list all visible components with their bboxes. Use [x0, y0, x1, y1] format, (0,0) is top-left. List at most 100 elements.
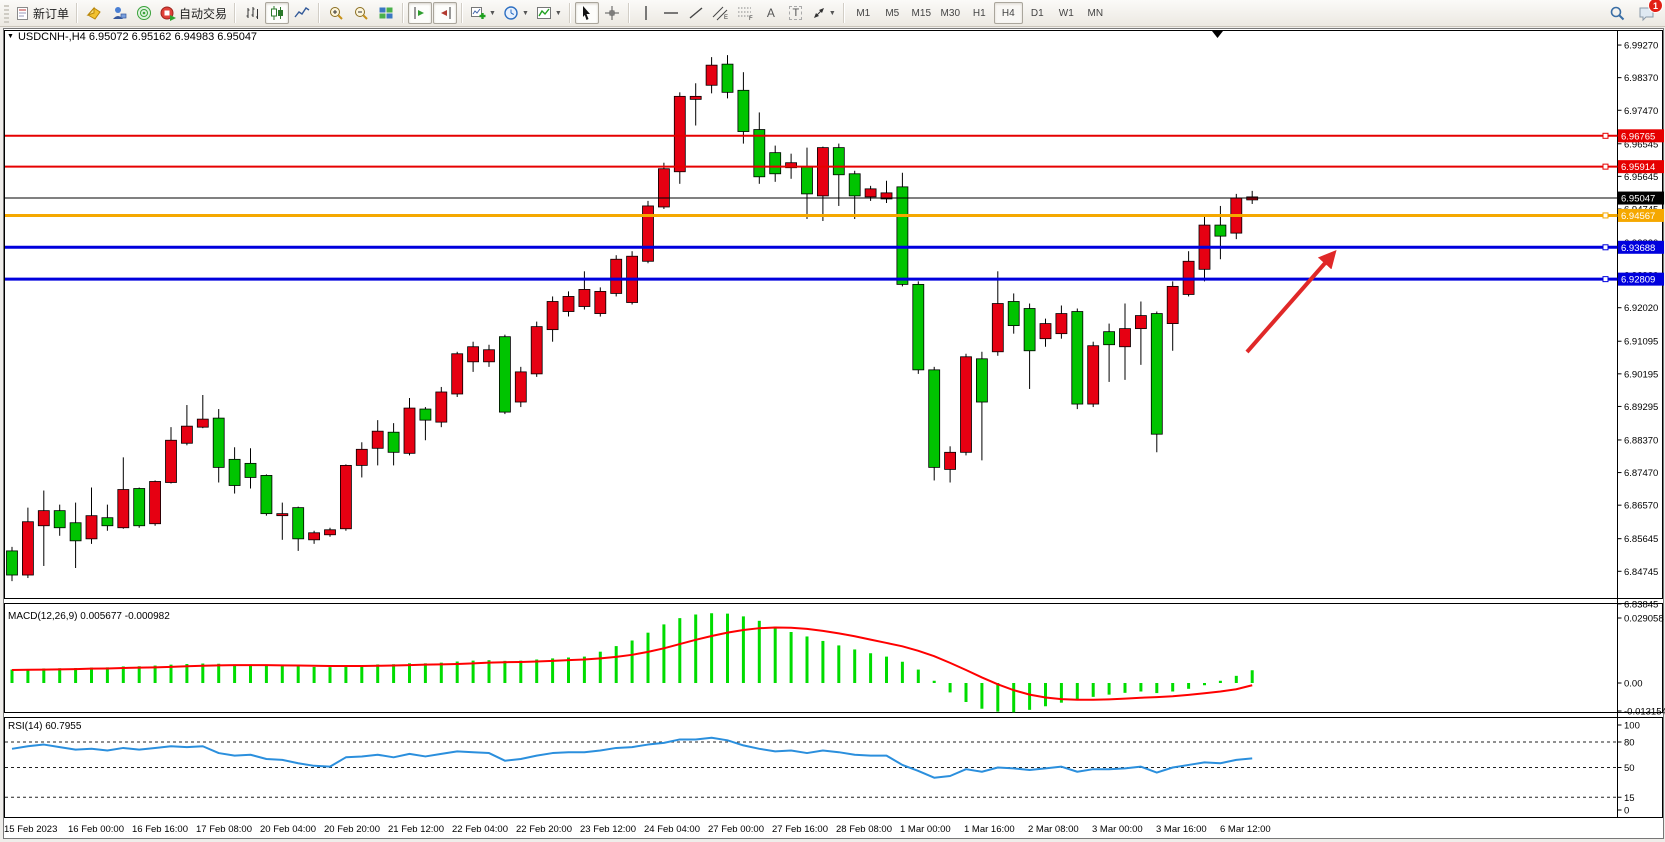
- zoom-in-button[interactable]: [324, 2, 348, 24]
- macd-axis-tick: 0.00: [1624, 679, 1643, 690]
- text-icon: A: [767, 6, 775, 20]
- deposit-button[interactable]: [82, 2, 106, 24]
- line-handle[interactable]: [1603, 164, 1608, 169]
- auto-scroll-button[interactable]: [408, 2, 432, 24]
- svg-text:6.96765: 6.96765: [1621, 131, 1655, 142]
- bar-chart-button[interactable]: [240, 2, 264, 24]
- channel-button[interactable]: E: [709, 2, 733, 24]
- line-chart-button[interactable]: [290, 2, 314, 24]
- zoom-out-icon: [353, 5, 369, 21]
- time-axis-label: 1 Mar 16:00: [964, 824, 1015, 835]
- price-axis-tick: 6.91095: [1624, 337, 1658, 348]
- horizontal-line-button[interactable]: [659, 2, 683, 24]
- timeframe-button-h4[interactable]: H4: [994, 2, 1023, 24]
- arrows-button[interactable]: ▼: [809, 2, 839, 24]
- toolbar-separator: [843, 3, 845, 23]
- signals-button[interactable]: [132, 2, 156, 24]
- time-axis-label: 17 Feb 08:00: [196, 824, 252, 835]
- search-icon: [1609, 5, 1626, 22]
- chart-collapse-icon[interactable]: ▼: [7, 33, 14, 40]
- main-price-panel[interactable]: [5, 31, 1663, 599]
- search-button[interactable]: [1605, 2, 1629, 24]
- clock-icon: [503, 5, 519, 21]
- zoom-out-button[interactable]: [349, 2, 373, 24]
- price-axis-tick: 6.86570: [1624, 501, 1658, 512]
- new-order-button[interactable]: 新订单: [12, 2, 72, 24]
- svg-text:6.94567: 6.94567: [1621, 211, 1655, 222]
- zoom-in-icon: [328, 5, 344, 21]
- svg-text:E: E: [724, 15, 728, 21]
- svg-text:6.93688: 6.93688: [1621, 243, 1655, 254]
- cursor-button[interactable]: [575, 2, 599, 24]
- time-axis-label: 21 Feb 12:00: [388, 824, 444, 835]
- time-axis-label: 2 Mar 08:00: [1028, 824, 1079, 835]
- signal-icon: [136, 5, 152, 21]
- mt4-window: 新订单 自动交易: [0, 0, 1665, 842]
- price-axis-tick: 6.85645: [1624, 534, 1658, 545]
- timeframe-button-m1[interactable]: M1: [849, 2, 878, 24]
- toolbar-separator: [402, 3, 404, 23]
- trendline-button[interactable]: [684, 2, 708, 24]
- line-handle[interactable]: [1603, 277, 1608, 282]
- time-axis-label: 16 Feb 16:00: [132, 824, 188, 835]
- tile-windows-button[interactable]: [374, 2, 398, 24]
- line-handle[interactable]: [1603, 213, 1608, 218]
- price-axis-tick: 6.92020: [1624, 303, 1658, 314]
- timeframe-button-d1[interactable]: D1: [1023, 2, 1052, 24]
- new-order-icon: [15, 6, 30, 21]
- cursor-icon: [579, 5, 595, 21]
- crosshair-button[interactable]: [600, 2, 624, 24]
- label-button[interactable]: T: [784, 2, 808, 24]
- toolbar-separator: [461, 3, 463, 23]
- macd-panel[interactable]: [5, 604, 1663, 713]
- price-axis-tick: 6.89295: [1624, 402, 1658, 413]
- new-chart-icon: [470, 5, 486, 21]
- timeframe-button-mn[interactable]: MN: [1081, 2, 1110, 24]
- toolbar: 新订单 自动交易: [0, 0, 1665, 27]
- macd-indicator-label: MACD(12,26,9) 0.005677 -0.000982: [8, 611, 170, 622]
- fibonacci-button[interactable]: F: [734, 2, 758, 24]
- chart-shift-button[interactable]: [433, 2, 457, 24]
- price-axis-tick: 6.84745: [1624, 567, 1658, 578]
- community-button[interactable]: [107, 2, 131, 24]
- chevron-down-icon: ▼: [829, 10, 836, 17]
- templates-button[interactable]: ▼: [533, 2, 565, 24]
- channel-icon: E: [712, 5, 730, 21]
- time-axis-label: 27 Feb 00:00: [708, 824, 764, 835]
- gold-wedge-icon: [86, 5, 102, 21]
- period-button[interactable]: ▼: [500, 2, 532, 24]
- bar-chart-icon: [244, 5, 260, 21]
- candlestick-chart-button[interactable]: [265, 2, 289, 24]
- time-axis-label: 24 Feb 04:00: [644, 824, 700, 835]
- time-axis-label: 23 Feb 12:00: [580, 824, 636, 835]
- toolbar-separator: [628, 3, 630, 23]
- time-axis-label: 22 Feb 20:00: [516, 824, 572, 835]
- timeframe-button-m15[interactable]: M15: [907, 2, 936, 24]
- price-axis-tick: 6.97470: [1624, 106, 1658, 117]
- chat-button[interactable]: 1: [1635, 2, 1659, 24]
- time-axis-label: 1 Mar 00:00: [900, 824, 951, 835]
- toolbar-separator: [318, 3, 320, 23]
- time-axis-label: 3 Mar 16:00: [1156, 824, 1207, 835]
- vertical-line-button[interactable]: [634, 2, 658, 24]
- price-axis-tick: 6.95645: [1624, 172, 1658, 183]
- timeframe-button-m5[interactable]: M5: [878, 2, 907, 24]
- time-axis-label: 27 Feb 16:00: [772, 824, 828, 835]
- svg-text:6.95914: 6.95914: [1621, 162, 1655, 173]
- toolbar-grip[interactable]: [4, 3, 9, 23]
- text-button[interactable]: A: [759, 2, 783, 24]
- new-chart-button[interactable]: ▼: [467, 2, 499, 24]
- price-axis-tick: 6.90195: [1624, 369, 1658, 380]
- label-icon: T: [789, 6, 802, 20]
- timeframe-button-w1[interactable]: W1: [1052, 2, 1081, 24]
- chart-canvas[interactable]: 6.992706.983706.974706.965456.956456.947…: [0, 0, 1665, 842]
- toolbar-separator: [76, 3, 78, 23]
- timeframe-button-m30[interactable]: M30: [936, 2, 965, 24]
- autotrading-button[interactable]: 自动交易: [157, 2, 230, 24]
- line-handle[interactable]: [1603, 245, 1608, 250]
- time-axis-label: 20 Feb 04:00: [260, 824, 316, 835]
- line-handle[interactable]: [1603, 133, 1608, 138]
- price-axis-tick: 6.83845: [1624, 599, 1658, 610]
- rsi-axis-tick: 15: [1624, 793, 1635, 804]
- timeframe-button-h1[interactable]: H1: [965, 2, 994, 24]
